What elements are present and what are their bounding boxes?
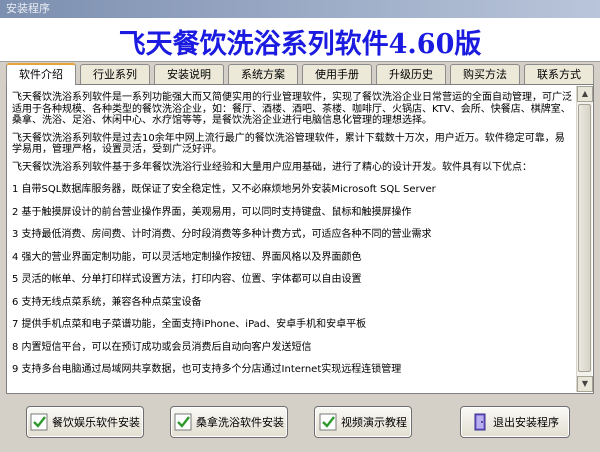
check-icon	[30, 413, 48, 431]
scrollbar-thumb[interactable]	[578, 104, 591, 372]
feature-item: 1 自带SQL数据库服务器，既保证了安全稳定性，又不必麻烦地另外安装Micros…	[12, 184, 436, 195]
feature-item: 9 支持多台电脑通过局域网共享数据，也可支持多个分店通过Internet实现远程…	[12, 364, 402, 375]
tab-software-intro[interactable]: 软件介绍	[6, 63, 76, 85]
tab-purchase-method[interactable]: 购买方法	[450, 64, 520, 84]
scroll-up-arrow-icon[interactable]: ▲	[577, 86, 593, 102]
content-panel: 飞天餐饮洗浴系列软件是一系列功能强大而又简便实用的行业管理软件，实现了餐饮洗浴企…	[6, 84, 594, 394]
tab-system-plan[interactable]: 系统方案	[228, 64, 298, 84]
feature-item: 3 支持最低消费、房间费、计时消费、分时段消费等多种计费方式，可适应各种不同的营…	[12, 229, 432, 240]
feature-item: 7 提供手机点菜和电子菜谱功能，全面支持iPhone、iPad、安卓手机和安卓平…	[12, 319, 367, 330]
install-sauna-label: 桑拿洗浴软件安装	[196, 416, 284, 429]
feature-item: 8 内置短信平台，可以在预订成功或会员消费后自动向客户发送短信	[12, 341, 312, 353]
feature-item: 6 支持无线点菜系统，兼容各种点菜宝设备	[12, 296, 202, 308]
tab-industry-series[interactable]: 行业系列	[80, 64, 150, 84]
video-tutorial-button[interactable]: 视频演示教程	[314, 406, 412, 438]
tab-upgrade-history[interactable]: 升级历史	[376, 64, 446, 84]
install-catering-button[interactable]: 餐饮娱乐软件安装	[26, 406, 144, 438]
app-title: 飞天餐饮洗浴系列软件4.60版	[118, 29, 482, 60]
scroll-down-arrow-icon[interactable]: ▼	[577, 376, 593, 392]
intro-text-area[interactable]: 飞天餐饮洗浴系列软件是一系列功能强大而又简便实用的行业管理软件，实现了餐饮洗浴企…	[10, 88, 576, 390]
intro-paragraph: 飞天餐饮洗浴系列软件是过去10余年中网上流行最广的餐饮洗浴管理软件，累计下载数十…	[12, 132, 565, 156]
exit-installer-button[interactable]: 退出安装程序	[460, 406, 570, 438]
check-icon	[319, 413, 337, 431]
intro-paragraph: 飞天餐饮洗浴系列软件是一系列功能强大而又简便实用的行业管理软件，实现了餐饮洗浴企…	[12, 92, 572, 126]
tab-user-manual[interactable]: 使用手册	[302, 64, 372, 84]
feature-item: 4 强大的营业界面定制功能，可以灵活地定制操作按钮、界面风格以及界面颜色	[12, 251, 362, 263]
window-titlebar: 安装程序	[0, 0, 600, 18]
button-bar: 餐饮娱乐软件安装 桑拿洗浴软件安装 视频演示教程 退出安装程序	[0, 396, 600, 452]
app-header: 飞天餐饮洗浴系列软件4.60版	[0, 18, 600, 62]
feature-item: 5 灵活的帐单、分单打印样式设置方法，打印内容、位置、字体都可以自由设置	[12, 274, 362, 285]
window-title: 安装程序	[6, 2, 50, 15]
install-catering-label: 餐饮娱乐软件安装	[52, 416, 140, 429]
video-tutorial-label: 视频演示教程	[341, 416, 407, 429]
check-icon	[174, 413, 192, 431]
exit-door-icon	[474, 413, 486, 431]
tab-contact[interactable]: 联系方式	[524, 64, 594, 84]
intro-paragraph: 飞天餐饮洗浴系列软件基于多年餐饮洗浴行业经验和大量用户应用基础，进行了精心的设计…	[12, 161, 532, 173]
tab-bar: 软件介绍 行业系列 安装说明 系统方案 使用手册 升级历史 购买方法 联系方式	[6, 63, 594, 85]
install-sauna-button[interactable]: 桑拿洗浴软件安装	[170, 406, 288, 438]
vertical-scrollbar[interactable]: ▲ ▼	[576, 86, 593, 392]
exit-installer-label: 退出安装程序	[493, 416, 559, 429]
tab-install-guide[interactable]: 安装说明	[154, 64, 224, 84]
feature-item: 2 基于触摸屏设计的前台营业操作界面，美观易用，可以同时支持键盘、鼠标和触摸屏操…	[12, 206, 412, 218]
